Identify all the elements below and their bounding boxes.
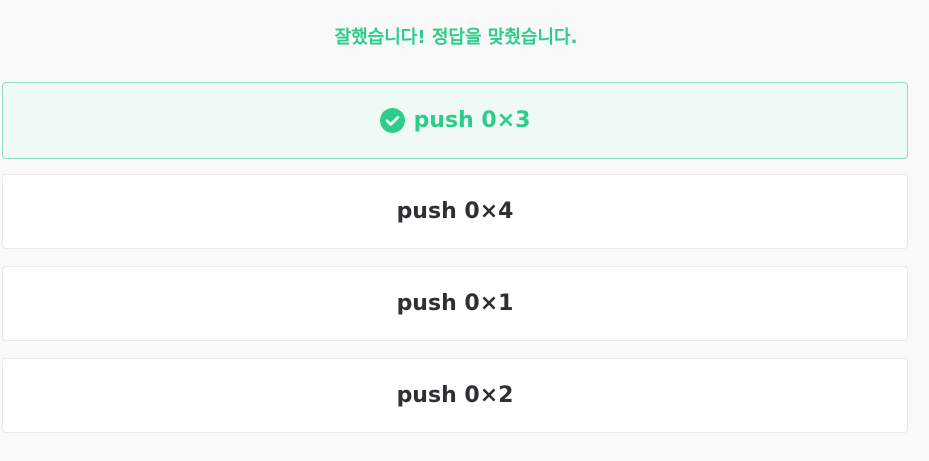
answer-option-label: push 0×1 bbox=[396, 291, 514, 316]
answer-option[interactable]: push 0×4 bbox=[2, 174, 908, 249]
answer-option[interactable]: push 0×2 bbox=[2, 358, 908, 433]
quiz-feedback-message: 잘했습니다! 정답을 맞췄습니다. bbox=[334, 27, 578, 48]
answer-option-label: push 0×3 bbox=[413, 108, 531, 133]
answer-option-label: push 0×2 bbox=[396, 383, 514, 408]
check-circle-icon bbox=[379, 108, 405, 133]
answer-option[interactable]: push 0×1 bbox=[2, 266, 908, 341]
answer-option-label: push 0×4 bbox=[396, 199, 514, 224]
answer-option-correct[interactable]: push 0×3 bbox=[2, 82, 908, 159]
